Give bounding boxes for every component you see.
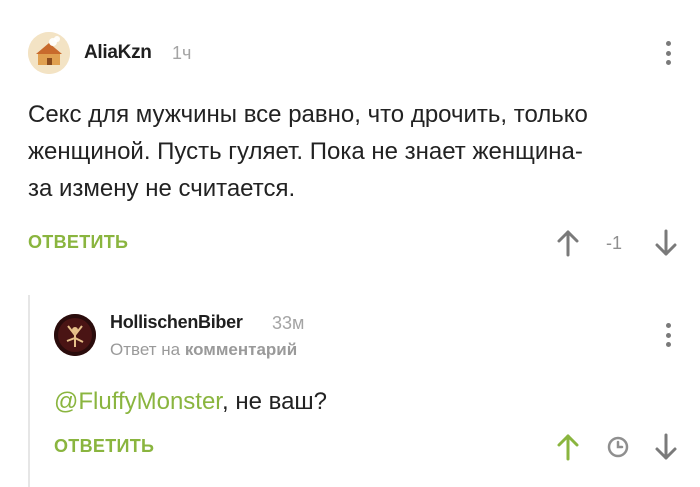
comment-text-line: за измену не считается. <box>28 175 296 202</box>
reply-button[interactable]: ОТВЕТИТЬ <box>54 436 154 457</box>
comment-text: Секс для мужчины все равно, что дрочить,… <box>28 96 678 207</box>
avatar-image <box>54 314 96 356</box>
avatar[interactable] <box>28 32 70 74</box>
arrow-down-icon[interactable] <box>654 228 678 258</box>
arrow-up-icon[interactable] <box>556 228 580 258</box>
more-vertical-icon[interactable] <box>658 38 678 68</box>
comment-text-line: женщиной. Пусть гуляет. Пока не знает же… <box>28 138 583 165</box>
reply-link[interactable]: комментарий <box>185 340 297 359</box>
user-mention[interactable]: @FluffyMonster <box>54 388 222 415</box>
comment-time: 1ч <box>172 43 192 63</box>
comment-1: AliaKzn 1ч Секс для мужчины все равно, ч… <box>0 0 700 270</box>
reply-prefix: Ответ на <box>110 340 181 359</box>
rating-value: -1 <box>606 233 623 253</box>
clock-icon <box>606 434 630 464</box>
comment-time: 33м <box>272 313 305 333</box>
author-name[interactable]: HollischenBiber <box>110 312 243 333</box>
avatar-image <box>28 32 70 74</box>
comment-text: @FluffyMonster, не ваш? <box>54 383 654 420</box>
comment-text-rest: , не ваш? <box>221 388 328 415</box>
author-name[interactable]: AliaKzn <box>84 42 152 64</box>
reply-info: Ответ на комментарий <box>110 340 297 360</box>
avatar[interactable] <box>54 314 96 356</box>
comment-text-line: Секс для мужчины все равно, что дрочить,… <box>28 101 588 128</box>
reply-button[interactable]: ОТВЕТИТЬ <box>28 232 128 253</box>
more-vertical-icon[interactable] <box>658 320 678 350</box>
arrow-up-icon[interactable] <box>556 432 580 462</box>
arrow-down-icon[interactable] <box>654 432 678 462</box>
